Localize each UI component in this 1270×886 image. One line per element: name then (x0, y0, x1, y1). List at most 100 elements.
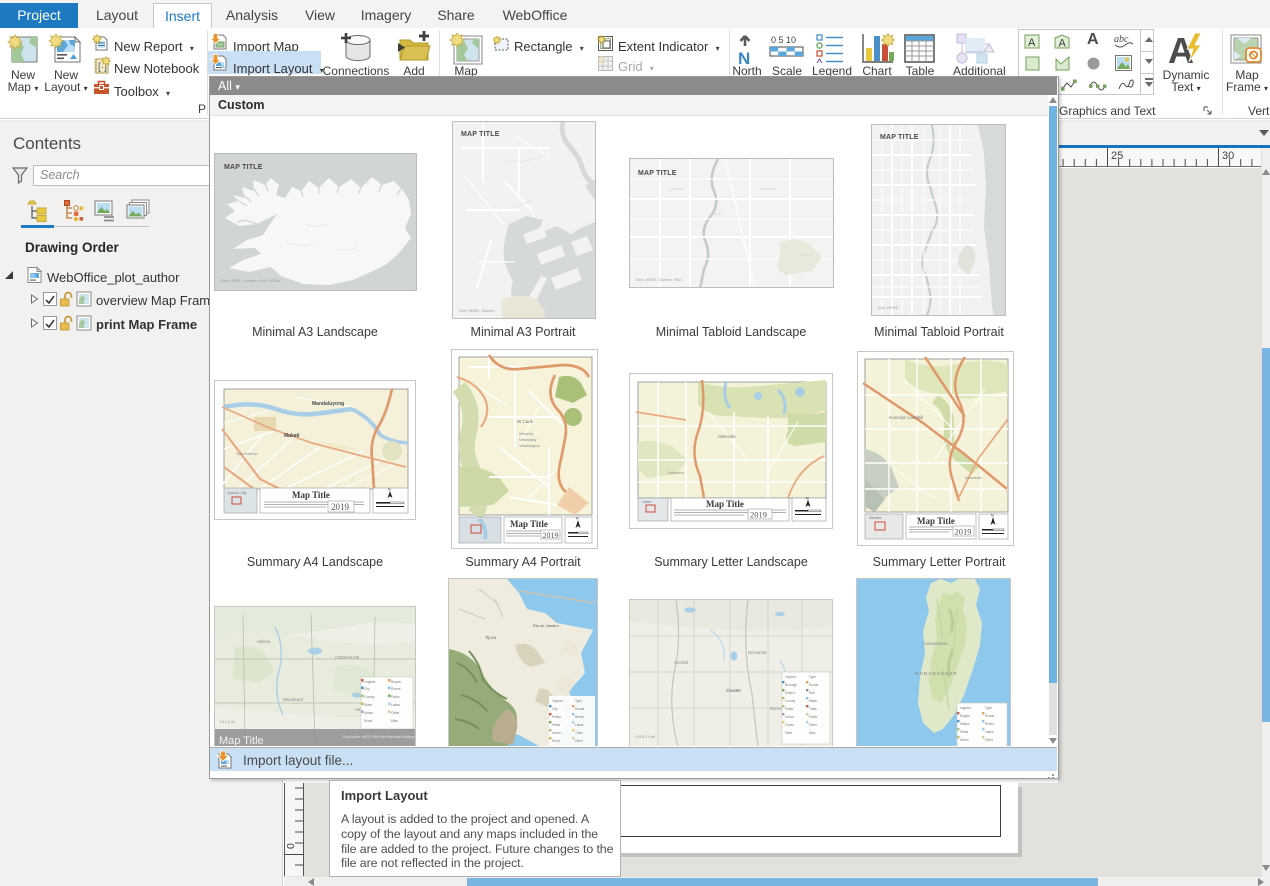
svg-text:30: 30 (1222, 150, 1234, 162)
svg-text:Rivers: Rivers (985, 722, 994, 726)
svg-text:Laverock: Laverock (668, 470, 684, 475)
svg-text:MAP TITLE: MAP TITLE (638, 170, 677, 177)
svg-text:Rio de Janeiro: Rio de Janeiro (533, 623, 560, 628)
svg-text:Altamira: Altamira (869, 516, 882, 520)
svg-text:Roads: Roads (809, 683, 819, 687)
svg-text:Map Title: Map Title (292, 490, 330, 500)
svg-text:County: County (364, 695, 375, 699)
svg-text:Region: Region (960, 714, 970, 718)
svg-text:MAP TITLE: MAP TITLE (224, 164, 263, 171)
svg-text:Legend: Legend (552, 699, 563, 703)
svg-text:Kranslyn Landhill: Kranslyn Landhill (889, 415, 923, 420)
svg-text:Type: Type (985, 706, 992, 710)
svg-text:Map Title: Map Title (219, 735, 264, 746)
svg-text:Esri, HERE: Esri, HERE (878, 305, 899, 310)
svg-text:Zones: Zones (785, 723, 794, 727)
svg-text:Parks: Parks (391, 695, 400, 699)
svg-text:Other: Other (809, 723, 818, 727)
svg-text:County: County (785, 699, 796, 703)
svg-text:District: District (960, 722, 970, 726)
svg-text:Rail: Rail (809, 691, 815, 695)
svg-text:Lakes: Lakes (985, 730, 994, 734)
svg-text:Trails: Trails (809, 707, 817, 711)
svg-text:Other: Other (391, 711, 400, 715)
svg-text:Winarky: Winarky (519, 431, 533, 436)
svg-text:Urban: Urban (785, 715, 794, 719)
svg-text:Tijuca: Tijuca (485, 635, 497, 640)
svg-text:Rural: Rural (552, 739, 560, 743)
svg-text:Rivers: Rivers (391, 687, 401, 691)
svg-text:Washington: Washington (519, 443, 540, 448)
svg-text:Parks: Parks (960, 730, 969, 734)
svg-text:Legend: Legend (785, 675, 796, 679)
svg-text:Trails: Trails (575, 731, 583, 735)
svg-text:Legend: Legend (960, 706, 971, 710)
svg-text:City: City (552, 707, 558, 711)
svg-text:Parks: Parks (552, 723, 561, 727)
svg-text:MAP TITLE: MAP TITLE (880, 134, 919, 141)
svg-text:Roads: Roads (985, 714, 995, 718)
svg-text:2019: 2019 (955, 527, 972, 537)
svg-text:Misc: Misc (809, 731, 816, 735)
svg-text:MAP TITLE: MAP TITLE (461, 131, 500, 138)
svg-text:A: A (1028, 37, 1036, 49)
svg-text:Lester: Lester (642, 500, 652, 504)
svg-text:Creskill: Creskill (674, 660, 688, 665)
svg-text:Roads: Roads (391, 680, 401, 684)
svg-text:0: 0 (285, 843, 297, 849)
svg-text:Roads: Roads (575, 707, 585, 711)
svg-text:City: City (364, 687, 370, 691)
svg-text:Other: Other (575, 739, 584, 743)
svg-text:MADAGASCAR: MADAGASCAR (915, 671, 958, 676)
svg-text:2019: 2019 (331, 502, 350, 512)
svg-text:Closter: Closter (726, 688, 741, 693)
svg-text:Antananarivo: Antananarivo (923, 641, 948, 646)
svg-text:District: District (785, 691, 795, 695)
svg-text:W Cank: W Cank (517, 419, 534, 424)
svg-text:Esri, HERE, Garmin: Esri, HERE, Garmin (459, 308, 495, 313)
svg-text:Legend: Legend (364, 680, 375, 684)
svg-text:Urban: Urban (552, 731, 561, 735)
svg-text:Water: Water (809, 699, 818, 703)
svg-text:Peaks: Peaks (552, 715, 561, 719)
svg-text:Avondale: Avondale (965, 475, 982, 480)
svg-text:Esri, HERE, Garmin, FAO: Esri, HERE, Garmin, FAO (636, 277, 682, 282)
svg-text:Borough: Borough (785, 683, 797, 687)
svg-text:Lakes: Lakes (391, 703, 400, 707)
svg-text:1 0 1 2 mi: 1 0 1 2 mi (219, 720, 235, 724)
svg-text:Esri, HERE, Garmin, FAO, NOAA: Esri, HERE, Garmin, FAO, NOAA (221, 278, 281, 283)
svg-text:Misc: Misc (391, 719, 398, 723)
svg-text:Makati: Makati (284, 433, 300, 439)
svg-text:0 5 10: 0 5 10 (771, 35, 796, 45)
svg-text:Other: Other (985, 738, 994, 742)
svg-text:0 0.5 1 2 mi: 0 0.5 1 2 mi (636, 735, 655, 739)
svg-text:Mandaluyong: Mandaluyong (312, 401, 344, 407)
svg-text:2019: 2019 (543, 531, 559, 540)
svg-text:Map Author: WGS 1984 Web Merca: Map Author: WGS 1984 Web Mercator Auxili… (343, 735, 416, 739)
svg-text:Rivers: Rivers (575, 715, 584, 719)
svg-text:Rural: Rural (364, 719, 372, 723)
svg-text:Urban: Urban (364, 711, 373, 715)
svg-text:State: State (364, 703, 372, 707)
svg-text:A: A (1059, 38, 1067, 50)
svg-text:25: 25 (1111, 150, 1123, 162)
svg-text:San Antonio: San Antonio (236, 451, 258, 456)
svg-text:Map Title: Map Title (917, 516, 955, 526)
svg-text:Woodward: Woodward (283, 697, 304, 702)
svg-text:Type: Type (809, 675, 816, 679)
svg-text:2019: 2019 (750, 510, 767, 520)
svg-text:Type: Type (575, 699, 582, 703)
svg-text:Sites: Sites (785, 731, 792, 735)
svg-text:Quezon City: Quezon City (227, 491, 247, 495)
svg-text:Map Title: Map Title (510, 519, 548, 529)
svg-text:Demarest: Demarest (748, 650, 767, 655)
svg-text:Paths: Paths (809, 715, 818, 719)
svg-text:Helena: Helena (257, 639, 271, 644)
svg-text:COMANCHE: COMANCHE (335, 655, 360, 660)
svg-text:Glenside: Glenside (718, 434, 736, 439)
svg-text:Urban: Urban (960, 738, 969, 742)
svg-text:Parks: Parks (785, 707, 794, 711)
svg-text:Lakes: Lakes (575, 723, 584, 727)
svg-text:Velindady: Velindady (519, 437, 536, 442)
svg-text:Map Title: Map Title (706, 499, 744, 509)
